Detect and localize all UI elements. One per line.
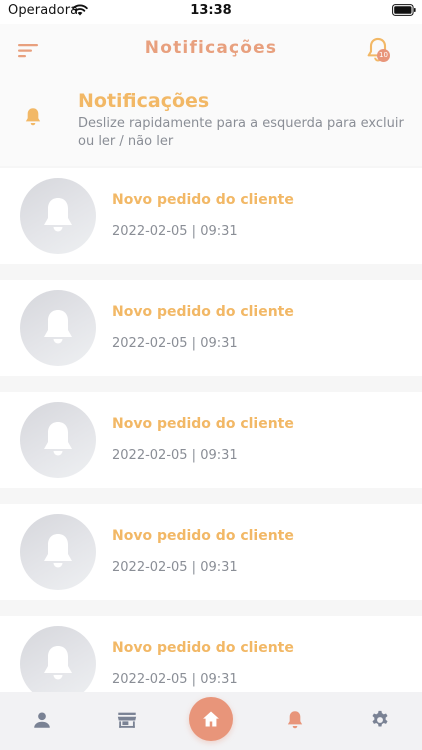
- bell-icon[interactable]: [284, 709, 306, 731]
- gear-icon[interactable]: [369, 709, 391, 731]
- avatar: [20, 626, 96, 692]
- notification-item[interactable]: Novo pedido do cliente 2022-02-05 | 09:3…: [0, 280, 422, 376]
- tab-home[interactable]: [189, 697, 233, 741]
- notification-item[interactable]: Novo pedido do cliente 2022-02-05 | 09:3…: [0, 392, 422, 488]
- notification-title: Novo pedido do cliente: [112, 528, 294, 544]
- banner-subtitle: Deslize rapidamente para a esquerda para…: [78, 116, 404, 149]
- notification-title: Novo pedido do cliente: [112, 304, 294, 320]
- bell-icon: [44, 198, 72, 232]
- notification-timestamp: 2022-02-05 | 09:31: [112, 672, 238, 687]
- status-bar: Operadora 13:38: [0, 0, 422, 24]
- info-banner: Notificações Deslize rapidamente para a …: [0, 76, 422, 166]
- notification-count-badge: 10: [377, 49, 390, 62]
- bell-icon: [44, 646, 72, 680]
- notification-timestamp: 2022-02-05 | 09:31: [112, 448, 238, 463]
- notification-item[interactable]: Novo pedido do cliente 2022-02-05 | 09:3…: [0, 616, 422, 692]
- notification-timestamp: 2022-02-05 | 09:31: [112, 336, 238, 351]
- tab-bar: [0, 692, 422, 750]
- avatar: [20, 178, 96, 254]
- user-icon[interactable]: [31, 709, 53, 731]
- banner-title: Notificações: [78, 90, 210, 112]
- notification-item[interactable]: Novo pedido do cliente 2022-02-05 | 09:3…: [0, 168, 422, 264]
- notification-list[interactable]: Novo pedido do cliente 2022-02-05 | 09:3…: [0, 168, 422, 692]
- notification-title: Novo pedido do cliente: [112, 640, 294, 656]
- notification-title: Novo pedido do cliente: [112, 416, 294, 432]
- avatar: [20, 402, 96, 478]
- bell-icon: [44, 422, 72, 456]
- page-title: Notificações: [144, 38, 278, 58]
- avatar: [20, 514, 96, 590]
- app-header: Notificações: [0, 24, 422, 76]
- home-icon: [203, 711, 219, 727]
- store-icon[interactable]: [116, 709, 138, 731]
- bell-icon: [44, 310, 72, 344]
- bell-icon: [44, 534, 72, 568]
- battery-icon: [392, 4, 416, 16]
- notification-timestamp: 2022-02-05 | 09:31: [112, 224, 238, 239]
- status-time: 13:38: [190, 3, 232, 18]
- bell-icon: [25, 108, 41, 126]
- notification-item[interactable]: Novo pedido do cliente 2022-02-05 | 09:3…: [0, 504, 422, 600]
- avatar: [20, 290, 96, 366]
- notification-title: Novo pedido do cliente: [112, 192, 294, 208]
- notification-timestamp: 2022-02-05 | 09:31: [112, 560, 238, 575]
